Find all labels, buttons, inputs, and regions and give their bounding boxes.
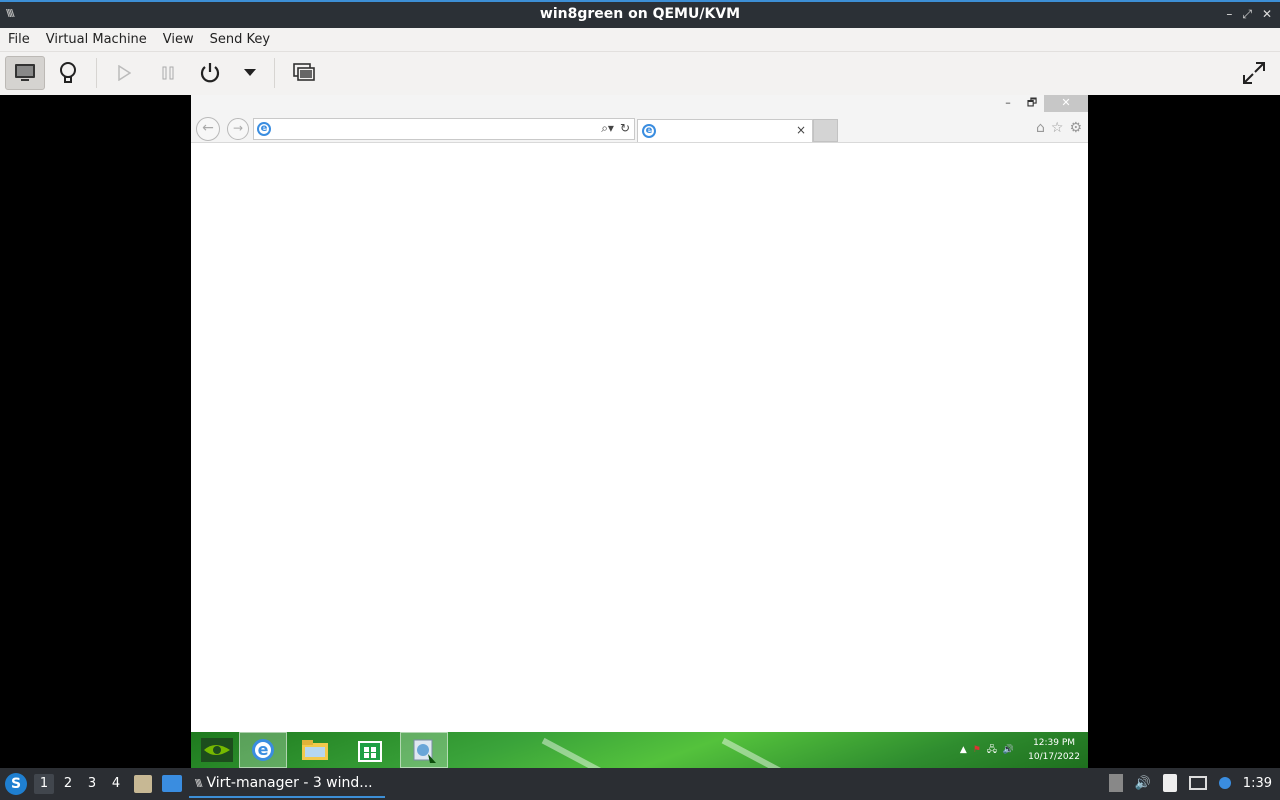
clipboard-icon[interactable] xyxy=(1162,774,1177,792)
favorites-star-icon[interactable]: ☆ xyxy=(1051,120,1064,136)
show-desktop-icon[interactable] xyxy=(162,775,182,792)
ie-toolbar: – 🗗 ✕ ← → e ⌕▾ ↻ e × ⌂ ☆ ⚙ xyxy=(191,95,1088,143)
ie-taskbar-button[interactable]: e xyxy=(239,732,287,768)
pause-button[interactable] xyxy=(148,56,188,90)
home-icon[interactable]: ⌂ xyxy=(1036,120,1045,136)
power-button[interactable] xyxy=(190,56,230,90)
tab-close-button[interactable]: × xyxy=(796,123,806,137)
minimize-button[interactable]: – xyxy=(1226,7,1232,22)
volume-icon[interactable]: 🔊 xyxy=(1135,776,1151,791)
menu-bar: File Virtual Machine View Send Key xyxy=(0,28,1280,52)
chevron-down-icon xyxy=(244,69,256,76)
menu-view[interactable]: View xyxy=(155,32,202,47)
guest-clock-date: 10/17/2022 xyxy=(1028,752,1080,762)
panel-clock[interactable]: 1:39 xyxy=(1243,776,1272,791)
ie-close-button[interactable]: ✕ xyxy=(1044,95,1088,112)
forward-arrow-icon: → xyxy=(232,121,244,135)
virt-manager-task-icon: \\\\ xyxy=(195,777,203,789)
app-icon xyxy=(413,739,436,763)
network-monitor-icon[interactable] xyxy=(1188,776,1207,790)
action-center-flag-icon[interactable]: ⚑ xyxy=(973,745,981,755)
play-icon xyxy=(118,65,131,81)
details-button[interactable] xyxy=(48,56,88,90)
keyboard-layout-icon[interactable] xyxy=(1108,774,1123,792)
address-input[interactable] xyxy=(274,121,574,137)
console-view-button[interactable] xyxy=(5,56,45,90)
workspace-3[interactable]: 3 xyxy=(82,774,102,794)
window-title: win8green on QEMU/KVM xyxy=(539,6,741,22)
toolbar xyxy=(0,52,1280,95)
start-menu-icon[interactable]: S xyxy=(5,773,27,795)
guest-taskbar: e ▲ ⚑ 🖧 🔊 12:39 PM 10/17/2022 xyxy=(191,732,1088,768)
volume-icon[interactable]: 🔊 xyxy=(1003,745,1014,755)
lightbulb-icon xyxy=(60,62,76,83)
file-explorer-button[interactable] xyxy=(291,732,339,768)
fullscreen-icon xyxy=(1243,62,1265,84)
menu-send-key[interactable]: Send Key xyxy=(202,32,278,47)
nvidia-icon xyxy=(201,738,233,762)
back-arrow-icon: ← xyxy=(202,120,214,136)
settings-gear-icon[interactable]: ⚙ xyxy=(1069,120,1082,136)
window-titlebar: \\\\ win8green on QEMU/KVM – ⤢ ✕ xyxy=(0,0,1280,28)
guest-clock-time: 12:39 PM xyxy=(1033,738,1076,748)
workspace-4[interactable]: 4 xyxy=(106,774,126,794)
host-panel: S 1 2 3 4 \\\\ Virt-manager - 3 wind... … xyxy=(0,768,1280,800)
maximize-button[interactable]: ⤢ xyxy=(1242,7,1252,22)
back-button[interactable]: ← xyxy=(196,117,220,141)
menu-file[interactable]: File xyxy=(0,32,38,47)
notification-icon[interactable] xyxy=(1218,777,1231,789)
nvidia-app-button[interactable] xyxy=(193,732,241,768)
ie-minimize-button[interactable]: – xyxy=(996,95,1020,112)
snapshots-button[interactable] xyxy=(284,56,324,90)
snapshots-icon xyxy=(293,63,315,81)
workspace-2[interactable]: 2 xyxy=(58,774,78,794)
windows-store-icon xyxy=(358,741,382,762)
workspace-1[interactable]: 1 xyxy=(34,774,54,794)
vm-display[interactable]: – 🗗 ✕ ← → e ⌕▾ ↻ e × ⌂ ☆ ⚙ e ▲ ⚑ 🖧 🔊 12:… xyxy=(191,95,1088,768)
forward-button[interactable]: → xyxy=(227,118,249,140)
ie-restore-button[interactable]: 🗗 xyxy=(1020,95,1044,112)
address-bar[interactable]: e ⌕▾ ↻ xyxy=(253,118,635,140)
taskbar-item-virt-manager[interactable]: \\\\ Virt-manager - 3 wind... xyxy=(189,770,385,798)
search-icon[interactable]: ⌕▾ xyxy=(601,121,614,136)
store-button[interactable] xyxy=(346,732,394,768)
guest-clock[interactable]: 12:39 PM 10/17/2022 xyxy=(1028,736,1080,764)
power-menu-button[interactable] xyxy=(230,56,270,90)
internet-explorer-icon: e xyxy=(252,739,274,761)
ie-page-content xyxy=(191,143,1088,732)
power-icon xyxy=(200,63,220,83)
new-tab-button[interactable] xyxy=(813,119,838,142)
fullscreen-button[interactable] xyxy=(1234,56,1274,90)
folder-icon xyxy=(302,740,328,760)
close-button[interactable]: ✕ xyxy=(1262,7,1272,22)
file-manager-icon[interactable] xyxy=(134,775,152,793)
pause-icon xyxy=(162,66,174,80)
task-label: Virt-manager - 3 wind... xyxy=(206,775,373,791)
tab-favicon-icon: e xyxy=(642,124,656,138)
refresh-icon[interactable]: ↻ xyxy=(620,121,630,136)
tray-overflow-icon[interactable]: ▲ xyxy=(960,745,967,755)
browser-tab[interactable]: e × xyxy=(637,119,813,142)
active-app-button[interactable] xyxy=(400,732,448,768)
menu-virtual-machine[interactable]: Virtual Machine xyxy=(38,32,155,47)
ie-logo-icon: e xyxy=(257,122,271,136)
run-button[interactable] xyxy=(104,56,144,90)
network-icon[interactable]: 🖧 xyxy=(987,742,997,758)
monitor-icon xyxy=(15,64,35,81)
